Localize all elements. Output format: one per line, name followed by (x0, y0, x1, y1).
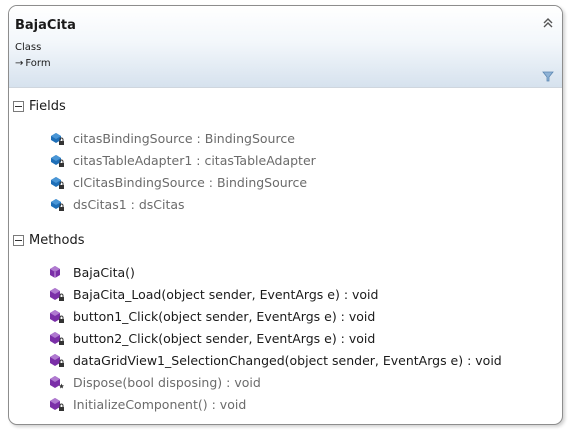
method-private-icon (50, 398, 64, 411)
methods-section-title: Methods (29, 232, 85, 248)
method-label: InitializeComponent() : void (73, 396, 247, 412)
class-shape[interactable]: BajaCita Class → Form Fields citasBindin… (8, 5, 563, 425)
method-protected-icon (50, 376, 64, 389)
fields-section-title: Fields (29, 98, 66, 114)
field-item[interactable]: dsCitas1 : dsCitas (49, 194, 185, 214)
field-item[interactable]: clCitasBindingSource : BindingSource (49, 172, 307, 192)
method-label: Dispose(bool disposing) : void (73, 374, 261, 390)
class-stereotype: Class (15, 42, 42, 53)
field-item[interactable]: citasTableAdapter1 : citasTableAdapter (49, 150, 316, 170)
method-label: dataGridView1_SelectionChanged(object se… (73, 352, 502, 368)
method-label: BajaCita_Load(object sender, EventArgs e… (73, 286, 379, 302)
method-item[interactable]: Dispose(bool disposing) : void (49, 372, 261, 392)
base-class: → Form (15, 58, 51, 69)
filter-funnel-icon[interactable] (541, 68, 555, 82)
collapse-minus-icon[interactable] (13, 100, 24, 112)
method-private-icon (50, 288, 64, 301)
method-label: button1_Click(object sender, EventArgs e… (73, 308, 376, 324)
method-item[interactable]: InitializeComponent() : void (49, 394, 246, 414)
double-chevron-up-icon[interactable] (541, 15, 555, 31)
field-label: dsCitas1 : dsCitas (73, 196, 185, 212)
method-private-icon (50, 310, 64, 323)
method-icon (50, 266, 60, 278)
method-label: BajaCita() (73, 264, 135, 280)
field-label: clCitasBindingSource : BindingSource (73, 174, 308, 190)
fields-section-header[interactable]: Fields (13, 95, 66, 117)
field-private-icon (51, 133, 64, 145)
method-item[interactable]: button1_Click(object sender, EventArgs e… (49, 306, 375, 326)
method-item[interactable]: BajaCita_Load(object sender, EventArgs e… (49, 284, 378, 304)
method-label: button2_Click(object sender, EventArgs e… (73, 330, 376, 346)
field-item[interactable]: citasBindingSource : BindingSource (49, 128, 295, 148)
collapse-minus-icon[interactable] (13, 234, 24, 246)
field-label: citasTableAdapter1 : citasTableAdapter (73, 152, 316, 168)
field-label: citasBindingSource : BindingSource (73, 130, 295, 146)
method-item[interactable]: button2_Click(object sender, EventArgs e… (49, 328, 375, 348)
field-private-icon (51, 199, 64, 211)
class-header: BajaCita Class → Form (9, 6, 562, 88)
base-class-name: Form (25, 58, 51, 69)
field-private-icon (51, 177, 64, 189)
inheritance-arrow-icon: → (15, 58, 24, 69)
method-item[interactable]: dataGridView1_SelectionChanged(object se… (49, 350, 502, 370)
method-private-icon (50, 332, 64, 345)
methods-section-header[interactable]: Methods (13, 229, 85, 251)
method-item[interactable]: BajaCita() (49, 262, 135, 282)
class-name[interactable]: BajaCita (15, 18, 76, 33)
field-private-icon (51, 155, 64, 167)
method-private-icon (50, 354, 64, 367)
